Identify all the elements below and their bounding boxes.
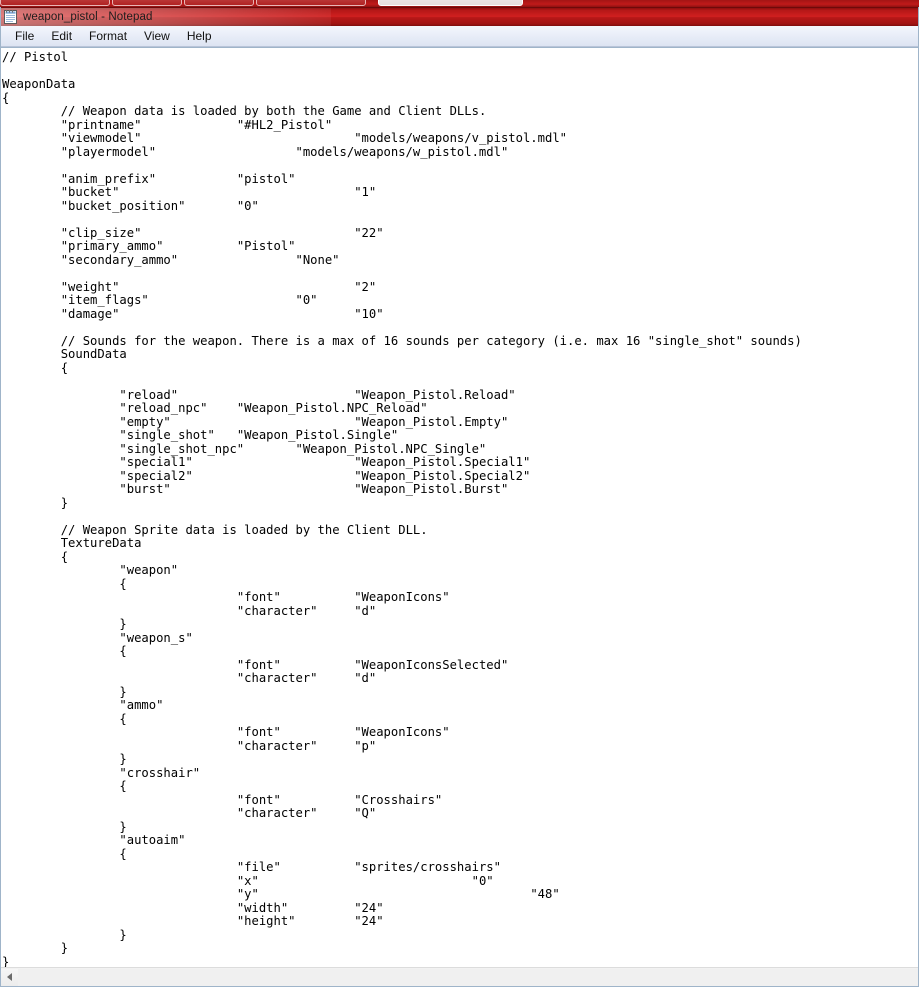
menu-item-help[interactable]: Help <box>179 28 221 45</box>
title-bar[interactable]: weapon_pistol - Notepad <box>1 7 918 26</box>
window-title: weapon_pistol - Notepad <box>23 11 153 23</box>
notepad-app-window: weapon_pistol - Notepad File Edit Format… <box>0 0 919 987</box>
scroll-left-button[interactable] <box>1 968 18 986</box>
menu-item-view[interactable]: View <box>136 28 179 45</box>
notepad-window: weapon_pistol - Notepad File Edit Format… <box>0 7 919 987</box>
taskbar-button-3[interactable] <box>184 0 254 6</box>
menu-item-edit[interactable]: Edit <box>43 28 81 45</box>
menu-item-format[interactable]: Format <box>81 28 136 45</box>
menu-bar: File Edit Format View Help <box>1 26 918 47</box>
taskbar-button-2[interactable] <box>112 0 182 6</box>
taskbar-strip <box>0 0 919 7</box>
editor-content[interactable]: // Pistol WeaponData { // Weapon data is… <box>1 48 918 967</box>
scrollbar-track[interactable] <box>18 968 918 986</box>
taskbar-button-4[interactable] <box>256 0 366 6</box>
taskbar-button-1[interactable] <box>0 0 110 6</box>
menu-item-file[interactable]: File <box>7 28 43 45</box>
taskbar-button-5[interactable] <box>378 0 523 6</box>
notepad-icon <box>4 10 17 24</box>
left-arrow-icon <box>7 973 12 981</box>
horizontal-scrollbar[interactable] <box>1 967 918 986</box>
editor-text-area[interactable]: // Pistol WeaponData { // Weapon data is… <box>1 47 918 967</box>
